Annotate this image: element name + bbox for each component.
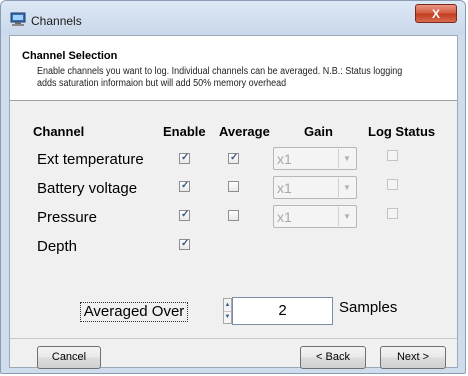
window-title: Channels xyxy=(31,14,82,28)
gain-select-battery-voltage[interactable]: x1 ▼ xyxy=(273,176,357,199)
check-icon: ✓ xyxy=(181,152,190,163)
column-header-gain: Gain xyxy=(304,124,333,139)
computer-icon xyxy=(10,12,26,26)
footer-divider xyxy=(10,338,457,339)
channel-label-pressure: Pressure xyxy=(37,209,98,226)
check-icon: ✓ xyxy=(181,209,190,220)
average-checkbox-battery-voltage[interactable] xyxy=(228,181,239,192)
enable-checkbox-ext-temperature[interactable]: ✓ xyxy=(179,152,190,164)
section-title: Channel Selection xyxy=(22,50,118,62)
channel-label-depth: Depth xyxy=(37,238,78,255)
header-panel: Channel Selection Enable channels you wa… xyxy=(10,36,457,101)
channels-dialog: Channels X Channel Selection Enable chan… xyxy=(0,0,466,374)
enable-checkbox-depth[interactable]: ✓ xyxy=(179,238,190,250)
samples-unit-label: Samples xyxy=(339,299,398,316)
channel-label-battery-voltage: Battery voltage xyxy=(37,180,138,197)
column-header-log-status: Log Status xyxy=(368,124,436,139)
gain-select-ext-temperature[interactable]: x1 ▼ xyxy=(273,147,357,170)
chevron-down-icon: ▼ xyxy=(338,207,355,226)
gain-value: x1 xyxy=(277,180,292,196)
check-icon: ✓ xyxy=(181,238,190,249)
section-description: Enable channels you want to log. Individ… xyxy=(37,66,403,89)
close-button[interactable]: X xyxy=(415,4,457,23)
gain-value: x1 xyxy=(277,151,292,167)
close-icon: X xyxy=(431,7,440,21)
log-status-checkbox-ext-temperature[interactable] xyxy=(387,150,398,161)
back-button[interactable]: < Back xyxy=(300,346,366,369)
column-header-average: Average xyxy=(219,124,270,139)
enable-checkbox-battery-voltage[interactable]: ✓ xyxy=(179,180,190,192)
chevron-down-icon: ▼ xyxy=(338,178,355,197)
enable-checkbox-pressure[interactable]: ✓ xyxy=(179,209,190,221)
gain-select-pressure[interactable]: x1 ▼ xyxy=(273,205,357,228)
log-status-checkbox-battery-voltage[interactable] xyxy=(387,179,398,190)
averaged-over-label: Averaged Over xyxy=(80,302,188,322)
samples-spinner[interactable]: ▲ ▼ xyxy=(223,298,232,324)
spin-down-icon[interactable]: ▼ xyxy=(224,311,231,323)
check-icon: ✓ xyxy=(230,152,239,163)
check-icon: ✓ xyxy=(181,180,190,191)
gain-value: x1 xyxy=(277,209,292,225)
channel-label-ext-temperature: Ext temperature xyxy=(37,151,144,168)
cancel-button[interactable]: Cancel xyxy=(37,346,101,369)
average-checkbox-pressure[interactable] xyxy=(228,210,239,221)
average-checkbox-ext-temperature[interactable]: ✓ xyxy=(228,152,239,164)
dialog-client: Channel Selection Enable channels you wa… xyxy=(9,35,458,369)
samples-input[interactable]: 2 xyxy=(232,297,333,325)
column-header-channel: Channel xyxy=(33,124,85,139)
title-bar: Channels X xyxy=(1,1,465,35)
next-button[interactable]: Next > xyxy=(380,346,446,369)
chevron-down-icon: ▼ xyxy=(338,149,355,168)
column-header-enable: Enable xyxy=(163,124,206,139)
log-status-checkbox-pressure[interactable] xyxy=(387,208,398,219)
